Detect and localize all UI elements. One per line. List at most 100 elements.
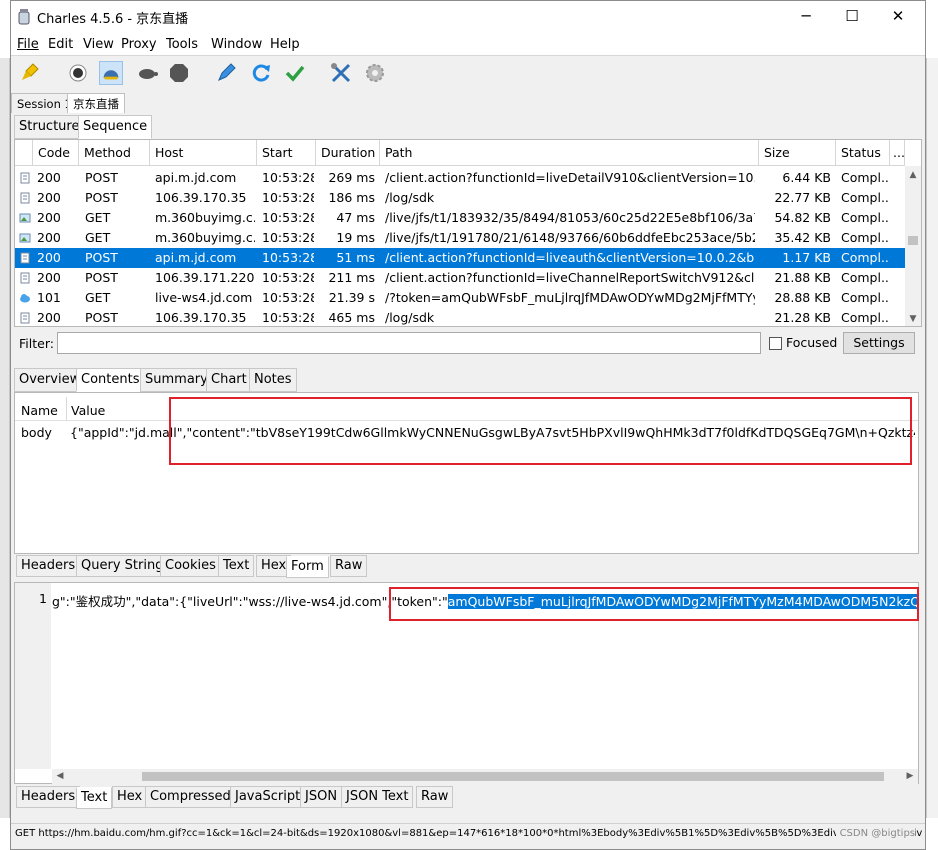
tab-req-raw[interactable]: Raw xyxy=(330,555,368,577)
tab-req-query-string[interactable]: Query String xyxy=(76,555,169,577)
tab-resp-raw[interactable]: Raw xyxy=(416,786,454,808)
record-icon[interactable] xyxy=(66,61,90,85)
col-host[interactable]: Host xyxy=(150,140,257,166)
col-status[interactable]: Status xyxy=(836,140,890,166)
menu-view[interactable]: View xyxy=(83,37,114,52)
response-hscrollbar[interactable]: ◀ ▶ xyxy=(52,769,918,784)
menu-help[interactable]: Help xyxy=(270,37,300,52)
view-tabs: Structure Sequence xyxy=(14,115,314,139)
scroll-down-arrow[interactable]: ▼ xyxy=(905,314,921,324)
tab-resp-hex[interactable]: Hex xyxy=(112,786,148,808)
cell-duration: 465 ms xyxy=(328,310,375,325)
tab-notes[interactable]: Notes xyxy=(249,368,297,392)
cell-start: 10:53:28 xyxy=(262,310,314,325)
menu-file[interactable]: File xyxy=(17,37,39,52)
request-col-name[interactable]: Name xyxy=(21,403,58,418)
hscroll-thumb[interactable] xyxy=(142,772,884,781)
broom-icon[interactable] xyxy=(19,61,43,85)
pen-icon[interactable] xyxy=(214,61,238,85)
check-icon[interactable] xyxy=(283,61,307,85)
scroll-thumb[interactable] xyxy=(908,236,918,245)
tab-resp-javascript[interactable]: JavaScript xyxy=(230,786,306,808)
menu-window[interactable]: Window xyxy=(211,37,262,52)
table-row[interactable]: 200 POST 106.39.170.35 10:53:28 465 ms/log/s… xyxy=(15,308,905,328)
tab-chart[interactable]: Chart xyxy=(206,368,252,392)
scroll-up-arrow[interactable]: ▲ xyxy=(905,170,921,180)
scroll-left-arrow[interactable]: ◀ xyxy=(52,771,68,781)
cell-status: Compl... xyxy=(841,210,889,225)
cell-host: 106.39.171.220 xyxy=(155,270,255,285)
menu-edit[interactable]: Edit xyxy=(48,37,73,52)
minimize-button[interactable]: ─ xyxy=(783,1,829,32)
col-size[interactable]: Size xyxy=(759,140,836,166)
watermark: CSDN @bigtips xyxy=(835,824,915,844)
cell-method: GET xyxy=(85,230,111,245)
cell-method: POST xyxy=(85,170,118,185)
throttle-icon[interactable] xyxy=(99,61,123,85)
scroll-right-arrow[interactable]: ▶ xyxy=(902,771,918,781)
cell-size: 21.28 KB xyxy=(774,310,831,325)
table-row[interactable]: 101 GET live-ws4.jd.com 10:53:28 21.39 s /?to… xyxy=(15,288,905,308)
col-method[interactable]: Method xyxy=(79,140,150,166)
tab-req-text[interactable]: Text xyxy=(218,555,255,577)
table-row[interactable]: 200 GET m.360buyimg.c... 10:53:28 19 ms/live… xyxy=(15,228,905,248)
tab-req-cookies[interactable]: Cookies xyxy=(160,555,221,577)
cell-start: 10:53:28 xyxy=(262,230,314,245)
col-start[interactable]: Start xyxy=(257,140,316,166)
session-tab-jd-live[interactable]: 京东直播 xyxy=(67,93,125,113)
col-duration[interactable]: Duration xyxy=(316,140,380,166)
cell-status: Compl... xyxy=(841,270,889,285)
cell-start: 10:53:28 xyxy=(262,270,314,285)
doc-icon xyxy=(20,312,30,324)
tab-resp-headers[interactable]: Headers xyxy=(16,786,81,808)
cell-start: 10:53:28 xyxy=(262,250,314,265)
table-header: Code Method Host Start Duration Path Siz… xyxy=(15,140,905,166)
focused-checkbox[interactable] xyxy=(769,337,782,350)
table-scrollbar[interactable]: ▲ ▼ xyxy=(905,166,921,326)
col-code[interactable]: Code xyxy=(33,140,79,166)
doc-icon xyxy=(20,272,30,284)
table-row[interactable]: 200 POST 106.39.171.220 10:53:28 211 ms/clie… xyxy=(15,268,905,288)
tab-contents[interactable]: Contents xyxy=(76,368,145,392)
tab-overview[interactable]: Overview xyxy=(14,368,86,392)
tab-req-form[interactable]: Form xyxy=(286,556,329,578)
turtle-icon[interactable] xyxy=(135,61,159,85)
tab-summary[interactable]: Summary xyxy=(140,368,213,392)
settings-button[interactable]: Settings xyxy=(843,332,915,354)
settings-icon[interactable] xyxy=(363,61,387,85)
tab-structure[interactable]: Structure xyxy=(14,115,85,139)
refresh-icon[interactable] xyxy=(249,61,273,85)
cell-path: /client.action?functionId=liveDetailV910… xyxy=(385,170,755,185)
tab-req-headers[interactable]: Headers xyxy=(16,555,81,577)
close-button[interactable]: ✕ xyxy=(875,1,921,32)
cell-path: /log/sdk xyxy=(385,190,435,205)
table-row[interactable]: 200 POST api.m.jd.com 10:53:28 51 ms/client.… xyxy=(15,248,905,268)
tab-sequence[interactable]: Sequence xyxy=(78,115,153,139)
cell-host: api.m.jd.com xyxy=(155,250,237,265)
sequence-table: Code Method Host Start Duration Path Siz… xyxy=(14,139,922,327)
filter-input[interactable] xyxy=(57,332,761,354)
col-path[interactable]: Path xyxy=(380,140,759,166)
tools-icon[interactable] xyxy=(329,61,353,85)
cell-code: 200 xyxy=(37,310,61,325)
table-row[interactable]: 200 POST api.m.jd.com 10:53:28 269 ms/client… xyxy=(15,168,905,188)
maximize-button[interactable]: ☐ xyxy=(829,1,875,32)
background-window-right xyxy=(926,58,938,818)
tab-resp-compressed[interactable]: Compressed xyxy=(145,786,236,808)
request-tabs: Headers Query String Cookies Text Hex Fo… xyxy=(16,555,416,579)
col-more[interactable]: ... xyxy=(890,140,905,166)
menu-tools[interactable]: Tools xyxy=(166,37,198,52)
tab-resp-json[interactable]: JSON xyxy=(300,786,343,808)
request-col-value[interactable]: Value xyxy=(71,403,105,418)
menu-proxy[interactable]: Proxy xyxy=(121,37,157,52)
cell-duration: 269 ms xyxy=(328,170,375,185)
table-row[interactable]: 200 POST 106.39.170.35 10:53:28 186 ms/log/s… xyxy=(15,188,905,208)
tab-resp-json-text[interactable]: JSON Text xyxy=(341,786,414,808)
background-window-left xyxy=(0,58,10,818)
tab-resp-text[interactable]: Text xyxy=(76,787,113,809)
table-row[interactable]: 200 GET m.360buyimg.c... 10:53:28 47 ms/live… xyxy=(15,208,905,228)
stop-icon[interactable] xyxy=(167,61,191,85)
cell-start: 10:53:28 xyxy=(262,210,314,225)
line-number: 1 xyxy=(39,591,47,606)
cell-method: GET xyxy=(85,210,111,225)
